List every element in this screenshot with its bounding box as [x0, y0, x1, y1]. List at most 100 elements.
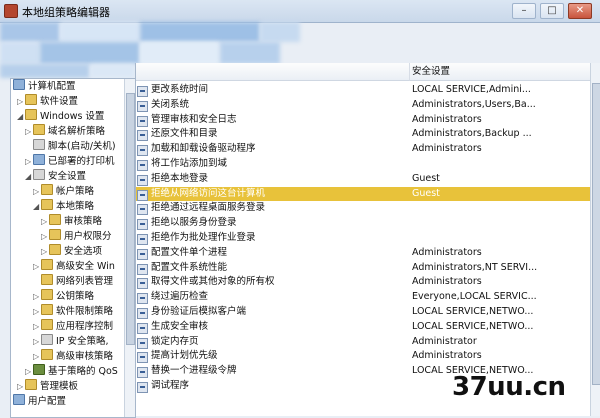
folder-icon [33, 124, 45, 135]
tree-item-security-settings[interactable]: ◢ 安全设置 [25, 169, 86, 183]
tree-item-scripts[interactable]: 脚本(启动/关机) [33, 139, 116, 153]
expand-arrow-icon[interactable]: ▷ [25, 365, 33, 379]
collapse-arrow-icon[interactable]: ◢ [17, 110, 25, 124]
policy-tree[interactable]: 计算机配置 ▷ 软件设置 ◢ Windows 设置 ▷ 域名解析策略 脚本(启动/关机… [10, 78, 136, 418]
expand-arrow-icon[interactable]: ▷ [41, 230, 49, 244]
tree-scrollbar-thumb[interactable] [126, 93, 135, 345]
tree-item-admin-templates[interactable]: ▷ 管理模板 [17, 379, 78, 393]
folder-icon [41, 304, 53, 315]
folder-icon [25, 379, 37, 390]
tree-item-local-policies[interactable]: ◢ 本地策略 [33, 199, 94, 213]
policy-row[interactable]: 将工作站添加到域 [136, 157, 590, 172]
policy-icon [137, 145, 148, 157]
folder-icon [49, 244, 61, 255]
folder-icon [25, 109, 37, 120]
expand-arrow-icon[interactable]: ▷ [17, 95, 25, 109]
tree-item-software-settings[interactable]: ▷ 软件设置 [17, 94, 78, 108]
policy-row-selected[interactable]: 拒绝从网络访问这台计算机 Guest [136, 186, 590, 202]
minimize-button[interactable]: – [512, 3, 536, 19]
policy-icon [137, 86, 148, 97]
collapse-arrow-icon[interactable]: ◢ [33, 200, 41, 214]
policy-row[interactable]: 取得文件或其他对象的所有权 Administrators [136, 275, 590, 290]
policy-icon [137, 322, 148, 334]
policy-row[interactable]: 加载和卸载设备驱动程序 Administrators [136, 142, 590, 157]
tree-item-advanced-audit[interactable]: ▷ 高级审核策略 [33, 349, 113, 363]
policy-row[interactable]: 提高计划优先级 Administrators [136, 349, 590, 364]
folder-icon [49, 214, 61, 225]
policy-row[interactable]: 生成安全审核 LOCAL SERVICE,NETWO... [136, 320, 590, 335]
tree-item-computer-config[interactable]: 计算机配置 [13, 79, 76, 93]
expand-arrow-icon[interactable]: ▷ [33, 305, 41, 319]
tree-item-public-key-policies[interactable]: ▷ 公钥策略 [33, 289, 94, 303]
folder-icon [41, 274, 53, 285]
list-scrollbar[interactable] [590, 63, 600, 416]
expand-arrow-icon[interactable]: ▷ [25, 155, 33, 169]
policy-icon [137, 219, 148, 231]
folder-icon [41, 349, 53, 360]
expand-arrow-icon[interactable]: ▷ [33, 185, 41, 199]
policy-icon [137, 130, 148, 142]
expand-arrow-icon[interactable]: ▷ [41, 245, 49, 259]
policy-row[interactable]: 绕过遍历检查 Everyone,LOCAL SERVIC... [136, 290, 590, 305]
policy-icon [137, 160, 148, 171]
user-icon [13, 394, 25, 405]
expand-arrow-icon[interactable]: ▷ [33, 290, 41, 304]
policy-icon [137, 308, 148, 319]
lock-icon [41, 334, 53, 345]
policy-icon [137, 382, 148, 393]
policy-row[interactable]: 配置文件单个进程 Administrators [136, 246, 590, 261]
policy-icon [137, 352, 148, 364]
tree-item-policy-based-qos[interactable]: ▷ 基于策略的 QoS [25, 364, 118, 378]
expand-arrow-icon[interactable]: ▷ [33, 260, 41, 274]
policy-row[interactable]: 配置文件系统性能 Administrators,NT SERVI... [136, 261, 590, 276]
policy-row[interactable]: 拒绝以服务身份登录 [136, 216, 590, 231]
folder-icon [41, 319, 53, 330]
column-header-security-setting[interactable]: 安全设置 [410, 63, 592, 81]
tree-item-windows-settings[interactable]: ◢ Windows 设置 [17, 109, 104, 123]
tree-item-user-rights-assignment[interactable]: ▷ 用户权限分 [41, 229, 112, 243]
policy-row[interactable]: 更改系统时间 LOCAL SERVICE,Admini... [136, 83, 590, 98]
policy-icon [137, 100, 148, 112]
folder-icon [41, 199, 53, 210]
tree-item-name-resolution-policy[interactable]: ▷ 域名解析策略 [25, 124, 105, 138]
expand-arrow-icon[interactable]: ▷ [25, 125, 33, 139]
policy-editor-app-icon [4, 4, 18, 18]
policy-row[interactable]: 关闭系统 Administrators,Users,Ba... [136, 98, 590, 113]
tree-scrollbar[interactable] [124, 79, 135, 417]
policy-row[interactable]: 身份验证后模拟客户端 LOCAL SERVICE,NETWO... [136, 305, 590, 320]
tree-item-account-policies[interactable]: ▷ 帐户策略 [33, 184, 94, 198]
maximize-button[interactable]: □ [540, 3, 564, 19]
policy-icon [137, 204, 148, 216]
policy-icon [137, 248, 148, 260]
document-icon [33, 139, 45, 150]
expand-arrow-icon[interactable]: ▷ [33, 350, 41, 364]
folder-icon [41, 259, 53, 270]
expand-arrow-icon[interactable]: ▷ [33, 335, 41, 349]
policy-list[interactable]: 安全设置 更改系统时间 LOCAL SERVICE,Admini... 关闭系统 A… [135, 63, 600, 416]
window-title: 本地组策略编辑器 [22, 6, 110, 19]
policy-row[interactable]: 锁定内存页 Administrator [136, 335, 590, 350]
tree-item-network-list-manager[interactable]: 网络列表管理 [41, 274, 113, 288]
policy-icon [137, 174, 148, 186]
tree-item-deployed-printers[interactable]: ▷ 已部署的打印机 [25, 154, 115, 168]
tree-item-audit-policy[interactable]: ▷ 审核策略 [41, 214, 102, 228]
policy-row[interactable]: 还原文件和目录 Administrators,Backup ... [136, 127, 590, 142]
policy-icon [137, 234, 148, 245]
policy-row[interactable]: 管理审核和安全日志 Administrators [136, 113, 590, 128]
tree-item-software-restriction[interactable]: ▷ 软件限制策略 [33, 304, 113, 318]
tree-item-user-config[interactable]: 用户配置 [13, 394, 66, 408]
collapse-arrow-icon[interactable]: ◢ [25, 170, 33, 184]
expand-arrow-icon[interactable]: ▷ [33, 320, 41, 334]
expand-arrow-icon[interactable]: ▷ [17, 380, 25, 394]
column-header-policy[interactable] [136, 63, 410, 81]
expand-arrow-icon[interactable]: ▷ [41, 215, 49, 229]
close-button[interactable]: ✕ [568, 3, 592, 19]
tree-item-application-control[interactable]: ▷ 应用程序控制 [33, 319, 113, 333]
tree-item-security-options[interactable]: ▷ 安全选项 [41, 244, 102, 258]
policy-row[interactable]: 拒绝通过远程桌面服务登录 [136, 201, 590, 216]
tree-item-ip-security[interactable]: ▷ IP 安全策略, [33, 334, 109, 348]
list-scrollbar-thumb[interactable] [592, 83, 600, 385]
tree-item-advanced-firewall[interactable]: ▷ 高级安全 Win [33, 259, 115, 273]
policy-row[interactable]: 拒绝作为批处理作业登录 [136, 231, 590, 246]
policy-row[interactable]: 拒绝本地登录 Guest [136, 172, 590, 187]
